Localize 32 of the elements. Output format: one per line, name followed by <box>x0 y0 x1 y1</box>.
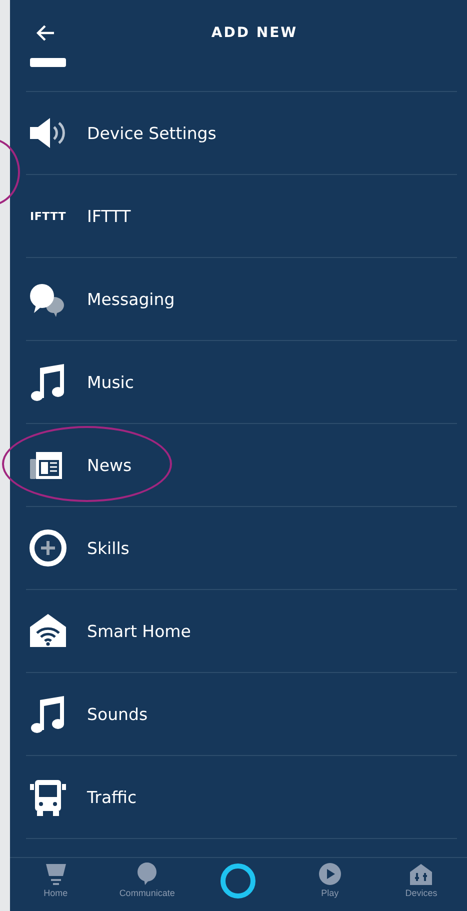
menu-item-label: Messaging <box>87 290 175 308</box>
nav-tab[interactable]: Devices <box>381 858 462 898</box>
menu-item-label: Traffic <box>87 788 137 806</box>
menu-item-label: IFTTT <box>87 206 131 226</box>
menu-item-label: Smart Home <box>87 622 191 640</box>
screen-title: ADD NEW <box>210 25 299 41</box>
nav-tab[interactable]: Home <box>16 858 96 898</box>
menu-item[interactable]: Traffic <box>26 756 457 839</box>
nav-tab[interactable]: Play <box>290 858 370 898</box>
menu-item[interactable]: Device Settings <box>26 92 457 175</box>
partial-icon <box>30 58 66 67</box>
ring-icon <box>219 862 258 900</box>
menu-item[interactable]: Music <box>26 341 457 424</box>
menu-item[interactable]: Smart Home <box>26 590 457 673</box>
menu-item-label: News <box>87 456 132 474</box>
menu-item[interactable]: News <box>26 424 457 507</box>
logo-text: IFTTT <box>30 210 66 222</box>
monitor-icon <box>44 862 68 886</box>
menu-item-label: Device Settings <box>87 124 216 142</box>
menu-item[interactable]: IFTTT IFTTT <box>26 175 457 258</box>
plus-circle-icon <box>28 528 68 568</box>
house-icon <box>409 862 434 886</box>
menu-item[interactable]: Sounds <box>26 673 457 756</box>
menu-item[interactable]: Skills <box>26 507 457 590</box>
menu-item-label: Music <box>87 372 134 392</box>
menu-item[interactable]: Messaging <box>26 258 457 341</box>
menu-item-label: Sounds <box>87 704 148 724</box>
bus-icon <box>28 777 68 817</box>
nav-tab[interactable]: Communicate <box>107 858 188 898</box>
speech-bubble-icon <box>135 862 160 886</box>
menu-item-label: Skills <box>87 538 130 558</box>
play-icon <box>318 862 342 886</box>
